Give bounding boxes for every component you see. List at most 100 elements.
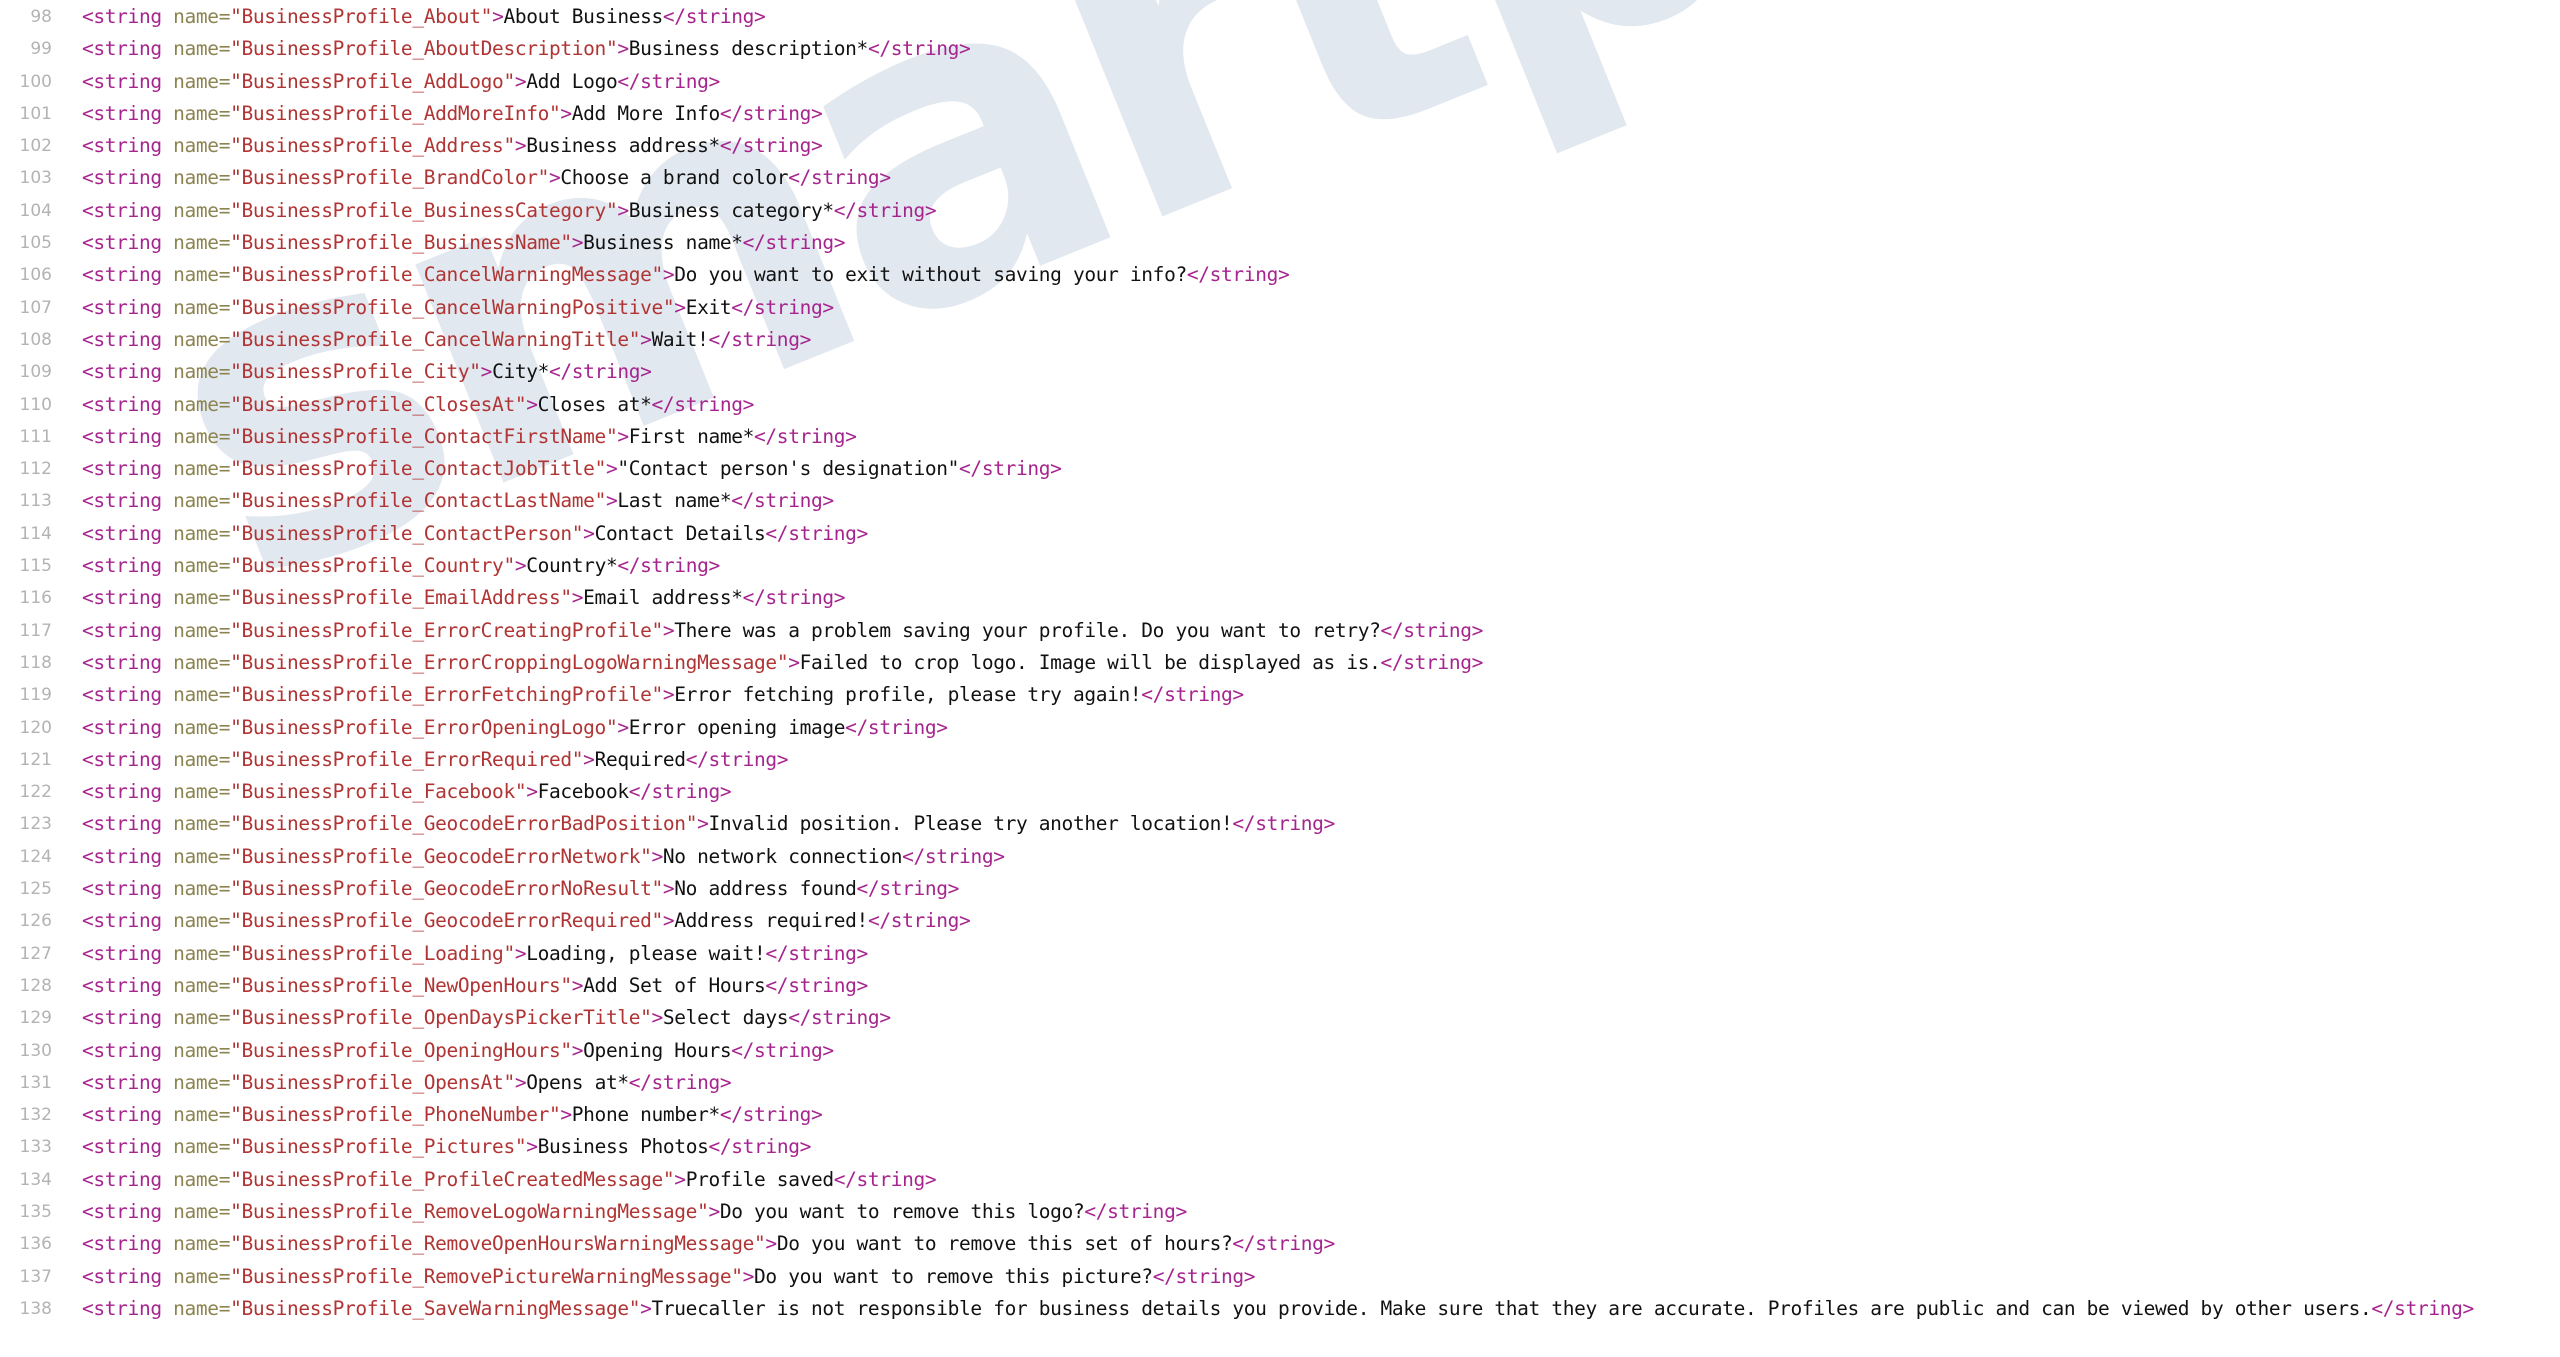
code-line[interactable]: 125 <string name="BusinessProfile_Geocode… — [0, 873, 2560, 905]
code-line[interactable]: 109 <string name="BusinessProfile_City">C… — [0, 356, 2560, 388]
code-line-content[interactable]: <string name="BusinessProfile_ContactLas… — [52, 485, 2560, 517]
code-line[interactable]: 131 <string name="BusinessProfile_OpensAt… — [0, 1067, 2560, 1099]
code-line[interactable]: 106 <string name="BusinessProfile_CancelW… — [0, 259, 2560, 291]
code-line-content[interactable]: <string name="BusinessProfile_OpenDaysPi… — [52, 1002, 2560, 1034]
code-line[interactable]: 129 <string name="BusinessProfile_OpenDay… — [0, 1002, 2560, 1034]
code-line[interactable]: 98 <string name="BusinessProfile_About">A… — [0, 1, 2560, 33]
code-line-content[interactable]: <string name="BusinessProfile_NewOpenHou… — [52, 970, 2560, 1002]
code-line-content[interactable]: <string name="BusinessProfile_ClosesAt">… — [52, 389, 2560, 421]
code-line[interactable]: 130 <string name="BusinessProfile_Opening… — [0, 1035, 2560, 1067]
code-line[interactable]: 117 <string name="BusinessProfile_ErrorCr… — [0, 615, 2560, 647]
code-line-content[interactable]: <string name="BusinessProfile_City">City… — [52, 356, 2560, 388]
code-line-content[interactable]: <string name="BusinessProfile_ContactPer… — [52, 518, 2560, 550]
code-line[interactable]: 100 <string name="BusinessProfile_AddLogo… — [0, 66, 2560, 98]
code-line-content[interactable]: <string name="BusinessProfile_AboutDescr… — [52, 33, 2560, 65]
code-line[interactable]: 136 <string name="BusinessProfile_RemoveO… — [0, 1228, 2560, 1260]
code-line[interactable]: 108 <string name="BusinessProfile_CancelW… — [0, 324, 2560, 356]
code-line[interactable]: 104 <string name="BusinessProfile_Busines… — [0, 195, 2560, 227]
code-line-content[interactable]: <string name="BusinessProfile_ContactFir… — [52, 421, 2560, 453]
string-value: City* — [492, 360, 550, 384]
code-line[interactable]: 115 <string name="BusinessProfile_Country… — [0, 550, 2560, 582]
code-line-content[interactable]: <string name="BusinessProfile_ErrorOpeni… — [52, 712, 2560, 744]
string-value: Failed to crop logo. Image will be displ… — [799, 650, 1381, 674]
code-line-content[interactable]: <string name="BusinessProfile_CancelWarn… — [52, 324, 2560, 356]
code-line-content[interactable]: <string name="BusinessProfile_OpeningHou… — [52, 1035, 2560, 1067]
code-line[interactable]: 107 <string name="BusinessProfile_CancelW… — [0, 292, 2560, 324]
code-line[interactable]: 127 <string name="BusinessProfile_Loading… — [0, 938, 2560, 970]
line-number: 117 — [19, 620, 52, 641]
code-line-content[interactable]: <string name="BusinessProfile_GeocodeErr… — [52, 841, 2560, 873]
code-line-content[interactable]: <string name="BusinessProfile_EmailAddre… — [52, 582, 2560, 614]
code-line[interactable]: 128 <string name="BusinessProfile_NewOpen… — [0, 970, 2560, 1002]
code-line-content[interactable]: <string name="BusinessProfile_GeocodeErr… — [52, 873, 2560, 905]
code-line-content[interactable]: <string name="BusinessProfile_SaveWarnin… — [52, 1293, 2560, 1325]
code-line[interactable]: 123 <string name="BusinessProfile_Geocode… — [0, 808, 2560, 840]
code-line-content[interactable]: <string name="BusinessProfile_OpensAt">O… — [52, 1067, 2560, 1099]
string-value: Invalid position. Please try another loc… — [708, 812, 1233, 836]
string-key: BusinessProfile_City — [241, 360, 470, 384]
code-line[interactable]: 111 <string name="BusinessProfile_Contact… — [0, 421, 2560, 453]
code-line[interactable]: 135 <string name="BusinessProfile_RemoveL… — [0, 1196, 2560, 1228]
code-line[interactable]: 118 <string name="BusinessProfile_ErrorCr… — [0, 647, 2560, 679]
line-number: 110 — [19, 394, 52, 415]
code-line-content[interactable]: <string name="BusinessProfile_ErrorFetch… — [52, 679, 2560, 711]
code-line-content[interactable]: <string name="BusinessProfile_GeocodeErr… — [52, 808, 2560, 840]
code-line-content[interactable]: <string name="BusinessProfile_AddLogo">A… — [52, 66, 2560, 98]
code-line[interactable]: 114 <string name="BusinessProfile_Contact… — [0, 518, 2560, 550]
line-number: 120 — [19, 717, 52, 738]
code-line[interactable]: 133 <string name="BusinessProfile_Picture… — [0, 1131, 2560, 1163]
string-value: Business name* — [583, 231, 743, 255]
code-line[interactable]: 138 <string name="BusinessProfile_SaveWar… — [0, 1293, 2560, 1357]
code-line-content[interactable]: <string name="BusinessProfile_Facebook">… — [52, 776, 2560, 808]
code-line-content[interactable]: <string name="BusinessProfile_BusinessNa… — [52, 227, 2560, 259]
code-line[interactable]: 101 <string name="BusinessProfile_AddMore… — [0, 98, 2560, 130]
code-line-content[interactable]: <string name="BusinessProfile_RemoveOpen… — [52, 1228, 2560, 1260]
code-line[interactable]: 103 <string name="BusinessProfile_BrandCo… — [0, 162, 2560, 194]
string-value: Last name* — [617, 489, 732, 513]
code-line[interactable]: 120 <string name="BusinessProfile_ErrorOp… — [0, 712, 2560, 744]
code-line[interactable]: 134 <string name="BusinessProfile_Profile… — [0, 1164, 2560, 1196]
code-line-content[interactable]: <string name="BusinessProfile_ErrorCropp… — [52, 647, 2560, 679]
code-line-content[interactable]: <string name="BusinessProfile_About">Abo… — [52, 1, 2560, 33]
line-number: 123 — [19, 814, 52, 835]
string-key: BusinessProfile_CancelWarningPositive — [241, 295, 663, 319]
code-line-content[interactable]: <string name="BusinessProfile_CancelWarn… — [52, 259, 2560, 291]
code-line-content[interactable]: <string name="BusinessProfile_ErrorCreat… — [52, 615, 2560, 647]
code-line-content[interactable]: <string name="BusinessProfile_Pictures">… — [52, 1131, 2560, 1163]
line-number: 98 — [30, 7, 52, 27]
code-line[interactable]: 112 <string name="BusinessProfile_Contact… — [0, 453, 2560, 485]
code-line-content[interactable]: <string name="BusinessProfile_BusinessCa… — [52, 195, 2560, 227]
code-line-content[interactable]: <string name="BusinessProfile_BrandColor… — [52, 162, 2560, 194]
line-number: 116 — [19, 588, 52, 609]
code-line[interactable]: 132 <string name="BusinessProfile_PhoneNu… — [0, 1099, 2560, 1131]
code-line[interactable]: 110 <string name="BusinessProfile_ClosesA… — [0, 389, 2560, 421]
string-key: BusinessProfile_CancelWarningMessage — [241, 263, 652, 287]
code-line[interactable]: 105 <string name="BusinessProfile_Busines… — [0, 227, 2560, 259]
code-line[interactable]: 119 <string name="BusinessProfile_ErrorFe… — [0, 679, 2560, 711]
string-value: Required — [594, 747, 686, 771]
code-line-content[interactable]: <string name="BusinessProfile_ErrorRequi… — [52, 744, 2560, 776]
code-line[interactable]: 99 <string name="BusinessProfile_AboutDes… — [0, 33, 2560, 65]
code-line-content[interactable]: <string name="BusinessProfile_RemoveLogo… — [52, 1196, 2560, 1228]
code-line[interactable]: 137 <string name="BusinessProfile_RemoveP… — [0, 1261, 2560, 1293]
code-line[interactable]: 121 <string name="BusinessProfile_ErrorRe… — [0, 744, 2560, 776]
code-line-content[interactable]: <string name="BusinessProfile_Address">B… — [52, 130, 2560, 162]
code-line[interactable]: 126 <string name="BusinessProfile_Geocode… — [0, 905, 2560, 937]
code-line-content[interactable]: <string name="BusinessProfile_Loading">L… — [52, 938, 2560, 970]
code-line-content[interactable]: <string name="BusinessProfile_ProfileCre… — [52, 1164, 2560, 1196]
code-line-content[interactable]: <string name="BusinessProfile_Country">C… — [52, 550, 2560, 582]
code-line[interactable]: 102 <string name="BusinessProfile_Address… — [0, 130, 2560, 162]
string-key: BusinessProfile_GeocodeErrorRequired — [241, 909, 652, 933]
code-viewer[interactable]: 98 <string name="BusinessProfile_About">A… — [0, 0, 2560, 1357]
code-line[interactable]: 124 <string name="BusinessProfile_Geocode… — [0, 841, 2560, 873]
line-number: 107 — [19, 297, 52, 318]
code-line[interactable]: 116 <string name="BusinessProfile_EmailAd… — [0, 582, 2560, 614]
code-line-content[interactable]: <string name="BusinessProfile_ContactJob… — [52, 453, 2560, 485]
code-line-content[interactable]: <string name="BusinessProfile_RemovePict… — [52, 1261, 2560, 1293]
code-line-content[interactable]: <string name="BusinessProfile_GeocodeErr… — [52, 905, 2560, 937]
code-line-content[interactable]: <string name="BusinessProfile_AddMoreInf… — [52, 98, 2560, 130]
code-line[interactable]: 113 <string name="BusinessProfile_Contact… — [0, 485, 2560, 517]
code-line[interactable]: 122 <string name="BusinessProfile_Faceboo… — [0, 776, 2560, 808]
code-line-content[interactable]: <string name="BusinessProfile_PhoneNumbe… — [52, 1099, 2560, 1131]
code-line-content[interactable]: <string name="BusinessProfile_CancelWarn… — [52, 292, 2560, 324]
